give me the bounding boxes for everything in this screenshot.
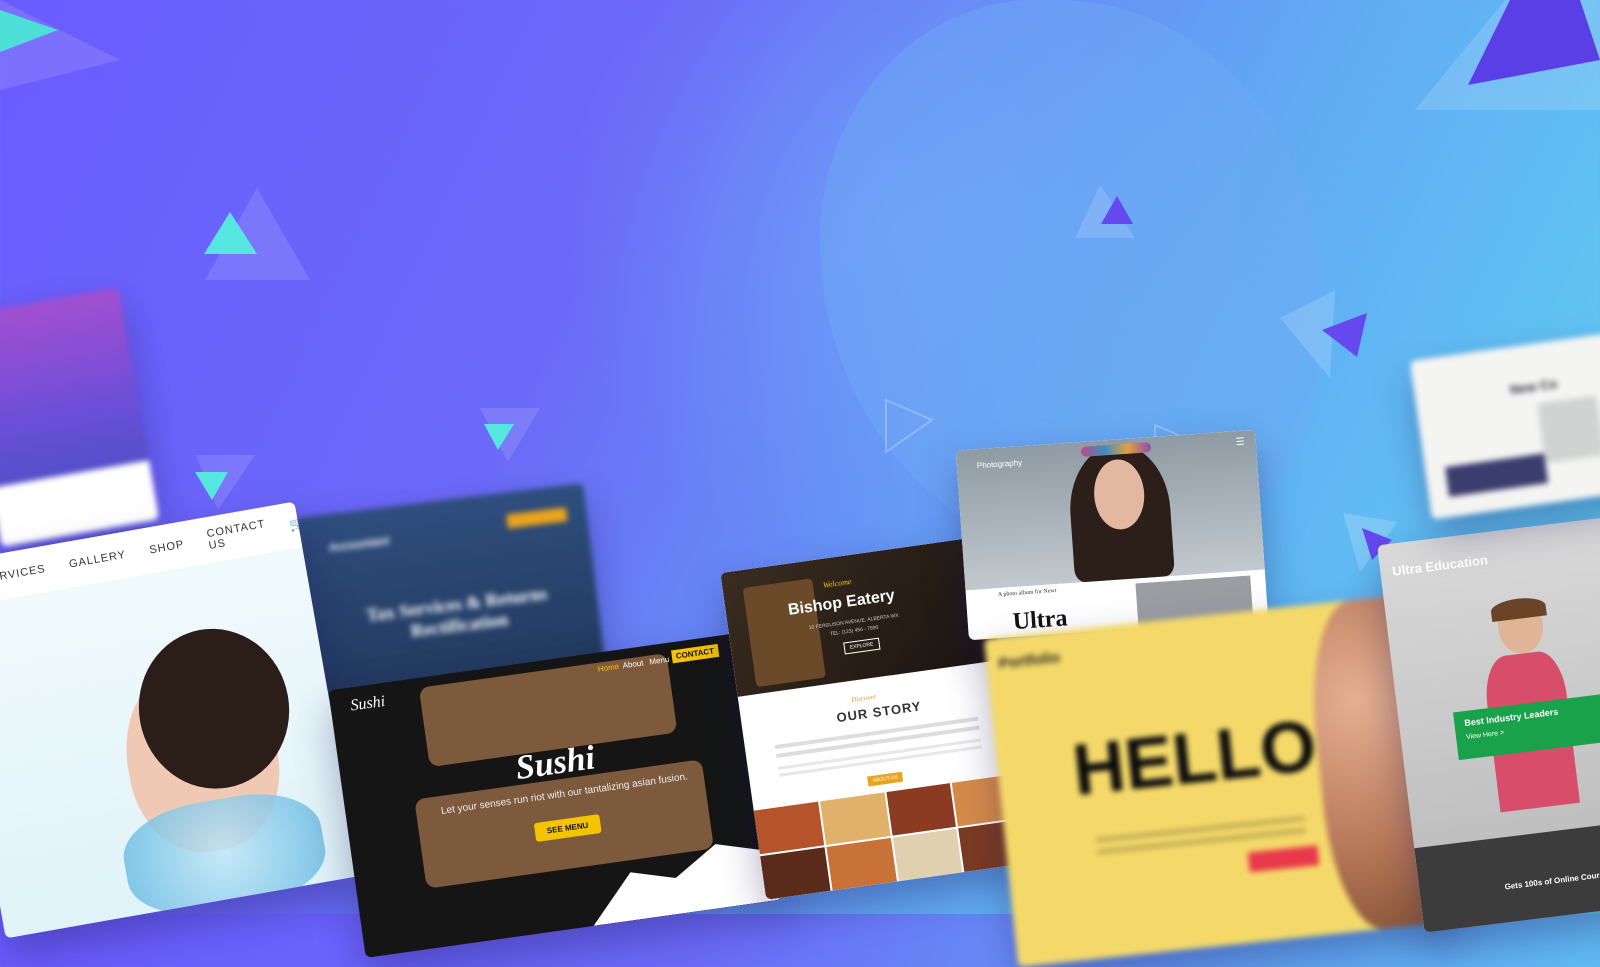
spa-nav-contact[interactable]: CONTACT US <box>206 518 268 552</box>
corner-text: New Co <box>1508 375 1559 398</box>
menu-icon[interactable]: ☰ <box>1235 437 1245 449</box>
portfolio-headline: HELLO <box>1069 706 1321 812</box>
eatery-section-kicker: Discover <box>850 692 877 705</box>
photography-card: Photography ☰ A photo album for Newt Ult… <box>955 429 1269 641</box>
portfolio-brand: Portfolio <box>997 649 1061 673</box>
woman-portrait-image <box>87 616 333 926</box>
triangle-shape <box>1075 185 1135 238</box>
triangle-shape <box>1280 290 1335 378</box>
triangle-shape <box>480 408 540 462</box>
woman-portrait-image <box>1065 441 1175 583</box>
tax-headline: Tax Services & Returns Rectification <box>365 583 549 642</box>
triangle-outline <box>885 398 935 454</box>
education-brand: Ultra Education <box>1391 552 1489 579</box>
right-preview-card: New Co <box>1409 330 1600 520</box>
eatery-section-title: OUR STORY <box>835 698 923 726</box>
spa-nav-services[interactable]: SERVICES <box>0 563 47 586</box>
eatery-about-button[interactable]: ABOUT US <box>867 771 904 787</box>
spa-nav-gallery[interactable]: GALLERY <box>68 549 127 571</box>
tax-brand: Accountant <box>328 535 390 555</box>
spa-nav-shop[interactable]: SHOP <box>149 538 186 556</box>
portfolio-card: Portfolio HELLO <box>983 592 1457 967</box>
